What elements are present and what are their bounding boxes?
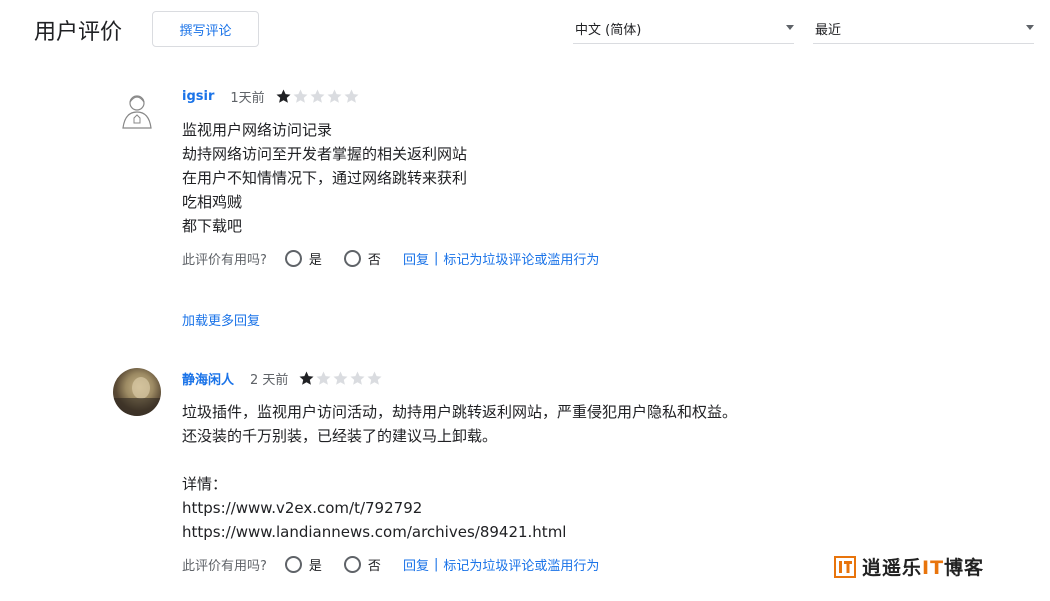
- helpful-yes-option[interactable]: 是: [284, 555, 322, 574]
- review-body: 监视用户网络访问记录 劫持网络访问至开发者掌握的相关返利网站 在用户不知情情况下…: [182, 118, 467, 238]
- page-title: 用户评价: [34, 20, 123, 45]
- star-rating: [275, 88, 360, 105]
- radio-icon[interactable]: [343, 250, 361, 267]
- user-sketch-icon: [122, 95, 152, 129]
- star-empty-icon: [327, 89, 342, 103]
- helpful-row: 此评价有用吗? 是 否 回复 | 标记为垃圾评论或滥用行为: [182, 249, 599, 268]
- radio-icon[interactable]: [284, 250, 302, 267]
- watermark-prefix: 逍遥乐: [862, 557, 923, 579]
- write-review-button[interactable]: 撰写评论: [152, 11, 259, 47]
- review-line: 还没装的千万别装，已经装了的建议马上卸载。: [182, 427, 498, 445]
- star-filled-icon: [299, 371, 314, 385]
- star-empty-icon: [316, 371, 331, 385]
- review-line: 垃圾插件，监视用户访问活动，劫持用户跳转返利网站，严重侵犯用户隐私和权益。: [182, 403, 738, 421]
- watermark-text: 逍遥乐IT博客: [862, 553, 984, 580]
- review-line: 都下载吧: [182, 217, 243, 235]
- helpful-question: 此评价有用吗?: [182, 559, 267, 574]
- review-line: 监视用户网络访问记录: [182, 121, 333, 139]
- review-body: 垃圾插件，监视用户访问活动，劫持用户跳转返利网站，严重侵犯用户隐私和权益。 还没…: [182, 400, 737, 544]
- language-value: 中文 (简体): [575, 23, 642, 38]
- radio-icon[interactable]: [343, 556, 361, 573]
- review-author[interactable]: igsir: [182, 89, 214, 104]
- helpful-question: 此评价有用吗?: [182, 253, 267, 268]
- review-line: 吃相鸡贼: [182, 193, 243, 211]
- helpful-row: 此评价有用吗? 是 否 回复 | 标记为垃圾评论或滥用行为: [182, 555, 599, 574]
- review-author[interactable]: 静海闲人: [182, 369, 234, 388]
- sort-value: 最近: [815, 23, 842, 38]
- load-more-replies-link[interactable]: 加载更多回复: [182, 310, 260, 329]
- helpful-no-label: 否: [367, 253, 381, 268]
- chevron-down-icon: [1026, 25, 1034, 30]
- separator: |: [433, 251, 439, 266]
- star-empty-icon: [293, 89, 308, 103]
- star-empty-icon: [333, 371, 348, 385]
- avatar: [113, 368, 161, 416]
- helpful-yes-label: 是: [308, 253, 322, 268]
- star-rating: [298, 370, 383, 387]
- review-line: 劫持网络访问至开发者掌握的相关返利网站: [182, 145, 468, 163]
- review-line: [182, 448, 737, 472]
- star-empty-icon: [344, 89, 359, 103]
- sort-dropdown[interactable]: 最近: [813, 14, 1034, 44]
- watermark-suffix: 博客: [944, 557, 985, 579]
- user-photo-icon: [113, 377, 161, 416]
- review-time: 2 天前: [250, 373, 289, 388]
- review-line: https://www.landiannews.com/archives/894…: [182, 523, 567, 541]
- helpful-yes-label: 是: [308, 559, 322, 574]
- helpful-no-option[interactable]: 否: [343, 555, 381, 574]
- reply-link[interactable]: 回复: [403, 555, 429, 574]
- star-filled-icon: [276, 89, 291, 103]
- separator: |: [433, 557, 439, 572]
- review-header: 静海闲人 2 天前: [182, 369, 383, 388]
- watermark-it: IT: [922, 557, 945, 579]
- it-logo-icon: [834, 555, 856, 578]
- avatar: [113, 88, 161, 136]
- watermark-logo: 逍遥乐IT博客: [834, 553, 984, 580]
- language-dropdown[interactable]: 中文 (简体): [573, 14, 794, 44]
- review-line: https://www.v2ex.com/t/792792: [182, 499, 423, 517]
- review-header: igsir 1天前: [182, 87, 360, 106]
- reply-link[interactable]: 回复: [403, 249, 429, 268]
- review-line: 详情：: [182, 475, 228, 493]
- chevron-down-icon: [786, 25, 794, 30]
- report-link[interactable]: 标记为垃圾评论或滥用行为: [443, 249, 599, 268]
- star-empty-icon: [367, 371, 382, 385]
- review-time: 1天前: [230, 91, 265, 106]
- report-link[interactable]: 标记为垃圾评论或滥用行为: [443, 555, 599, 574]
- radio-icon[interactable]: [284, 556, 302, 573]
- helpful-yes-option[interactable]: 是: [284, 249, 322, 268]
- review-line: 在用户不知情情况下，通过网络跳转来获利: [182, 169, 468, 187]
- star-empty-icon: [350, 371, 365, 385]
- helpful-no-label: 否: [367, 559, 381, 574]
- helpful-no-option[interactable]: 否: [343, 249, 381, 268]
- star-empty-icon: [310, 89, 325, 103]
